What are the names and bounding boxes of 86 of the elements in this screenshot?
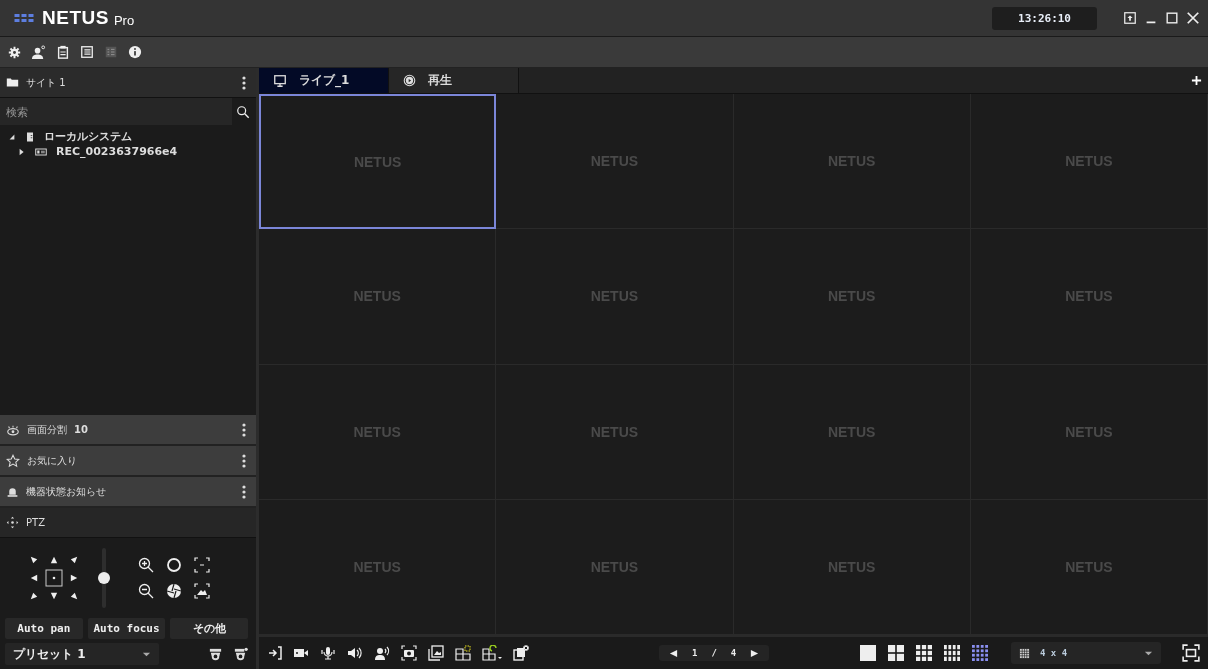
close-all-icon[interactable]: [512, 645, 530, 661]
search-field[interactable]: 検索: [0, 98, 232, 125]
layout-icon[interactable]: [944, 645, 960, 661]
plus-icon: [1191, 75, 1202, 86]
slider-thumb[interactable]: [98, 572, 110, 584]
page-separator: /: [711, 648, 717, 658]
camera-preset-icon[interactable]: [208, 646, 223, 662]
view-tab[interactable]: ライブ_1: [259, 68, 389, 93]
clock: 13:26:10: [992, 6, 1097, 30]
landscape-frame-icon[interactable]: [194, 583, 210, 599]
grid-icon: [1019, 647, 1030, 659]
pan-right-icon[interactable]: [70, 574, 78, 582]
search-icon[interactable]: [236, 104, 250, 119]
camera-settings-icon[interactable]: [233, 646, 248, 662]
section-count: 10: [74, 424, 88, 435]
more-icon[interactable]: [242, 483, 246, 500]
speaker-icon[interactable]: [346, 645, 364, 661]
focus-frame-icon[interactable]: [194, 557, 210, 573]
more-icon[interactable]: [242, 421, 246, 438]
layout-icon[interactable]: [916, 645, 932, 661]
view-tab[interactable]: 再生: [389, 68, 519, 93]
monitor-icon: [273, 73, 287, 88]
folder-icon: [6, 76, 19, 89]
user-settings-icon[interactable]: [31, 44, 46, 60]
app-logo-icon: [14, 12, 34, 24]
page-total: 4: [730, 648, 737, 658]
list-icon[interactable]: [80, 45, 94, 59]
pan-up-left-icon[interactable]: [30, 556, 38, 564]
siren-icon: [6, 485, 19, 498]
ptz-icon: [6, 516, 19, 529]
star-icon: [6, 453, 20, 468]
pan-down-left-icon[interactable]: [30, 592, 38, 600]
section-header[interactable]: 画面分割 10: [0, 415, 256, 446]
snapshot-icon[interactable]: [400, 645, 418, 661]
zoom-out-icon[interactable]: [138, 583, 154, 599]
more-icon[interactable]: [242, 452, 246, 469]
fullscreen-icon[interactable]: [1182, 644, 1200, 662]
pan-down-icon[interactable]: [50, 592, 58, 600]
prev-page-icon[interactable]: [669, 648, 678, 658]
section-header[interactable]: お気に入り: [0, 446, 256, 477]
layout-focus-icon[interactable]: [454, 645, 472, 661]
recorder-icon: [34, 145, 48, 158]
exit-icon[interactable]: [267, 645, 283, 661]
layout-dropdown[interactable]: 4 x 4: [1011, 642, 1161, 664]
more-icon[interactable]: [242, 74, 246, 91]
tree-item[interactable]: ローカルシステム: [44, 129, 132, 144]
next-page-icon[interactable]: [750, 648, 760, 658]
expand-icon[interactable]: [18, 147, 26, 156]
page-current: 1: [692, 648, 698, 658]
section-title: お気に入り: [27, 453, 77, 468]
preset-dropdown[interactable]: プリセット 1: [5, 643, 159, 665]
ptz-button[interactable]: Auto pan: [5, 618, 83, 639]
app-edition: Pro: [113, 12, 135, 28]
ptz-button[interactable]: Auto focus: [87, 618, 166, 639]
site-title: サイト 1: [26, 75, 66, 90]
circle-icon[interactable]: [166, 557, 182, 573]
zoom-in-icon[interactable]: [138, 557, 154, 573]
ptz-button[interactable]: その他: [170, 618, 248, 639]
clipboard-icon[interactable]: [56, 45, 70, 59]
app-logo: NETUS: [42, 7, 109, 29]
collapse-icon[interactable]: [8, 132, 16, 141]
pan-up-icon[interactable]: [50, 556, 58, 564]
info-icon[interactable]: [128, 45, 142, 59]
server-icon: [24, 130, 36, 143]
talk-icon[interactable]: [373, 645, 391, 661]
layout-icon[interactable]: [972, 645, 988, 661]
section-header[interactable]: 機器状態お知らせ: [0, 477, 256, 508]
layout-rotate-icon[interactable]: [481, 645, 503, 661]
tree-item[interactable]: REC_0023637966e4: [56, 145, 178, 158]
iris-icon[interactable]: [166, 583, 182, 599]
gallery-icon[interactable]: [427, 645, 445, 661]
play-icon: [403, 74, 416, 87]
maximize-icon[interactable]: [1165, 11, 1179, 25]
layout-icon[interactable]: [888, 645, 904, 661]
pan-left-icon[interactable]: [30, 574, 38, 582]
ptz-title: PTZ: [26, 517, 45, 528]
pan-up-right-icon[interactable]: [70, 556, 78, 564]
microphone-icon[interactable]: [319, 645, 337, 661]
center-icon[interactable]: [45, 569, 63, 587]
settings-icon[interactable]: [8, 45, 21, 59]
section-title: 機器状態お知らせ: [26, 484, 106, 499]
grid-list-icon[interactable]: [104, 45, 118, 59]
pan-down-right-icon[interactable]: [70, 592, 78, 600]
upload-icon[interactable]: [1123, 11, 1137, 25]
close-icon[interactable]: [1186, 11, 1200, 25]
section-title: 画面分割: [27, 422, 67, 437]
